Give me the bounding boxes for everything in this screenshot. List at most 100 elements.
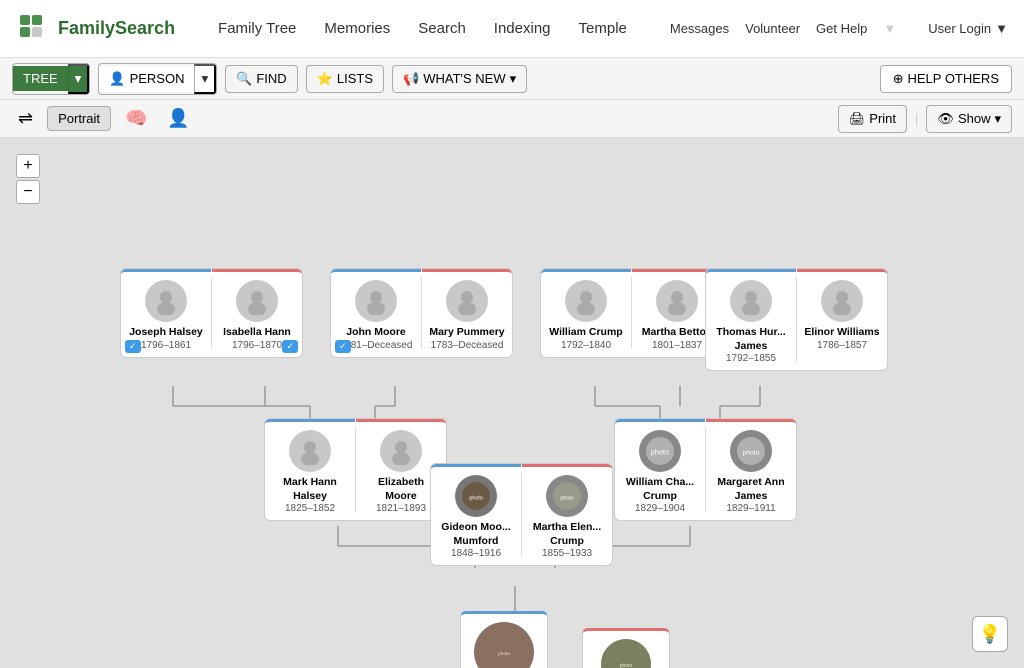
show-icon: 👁: [937, 111, 954, 127]
couple-joseph-isabella: Joseph Halsey 1796–1861 ✓ Isabella Hann …: [120, 268, 303, 358]
martha-crump-dates: 1855–1933: [542, 548, 592, 559]
find-icon: 🔍: [236, 71, 252, 87]
print-button[interactable]: 🖨 Print: [838, 105, 907, 133]
isabella-dates: 1796–1870: [232, 340, 282, 351]
mark-dates: 1825–1852: [285, 503, 335, 514]
messages-link[interactable]: Messages: [670, 21, 729, 36]
brain-icon[interactable]: 🧠: [119, 106, 153, 131]
john-record-icon[interactable]: ✓: [335, 340, 351, 353]
margaret-avatar: photo: [730, 430, 772, 472]
person-victor-mumford[interactable]: photo Victor Emanuel Mumford 1885–1973: [460, 611, 548, 668]
person-john-moore[interactable]: John Moore 1781–Deceased ✓: [331, 269, 421, 357]
thomas-avatar: [730, 280, 772, 322]
martha-betton-dates: 1801–1837: [652, 340, 702, 351]
person-button-group: 👤 PERSON ▾: [98, 63, 217, 95]
portrait-view-button[interactable]: Portrait: [47, 106, 111, 131]
person-martha-crump[interactable]: photo Martha Elen... Crump 1855–1933: [522, 464, 612, 565]
find-button[interactable]: 🔍 FIND: [225, 65, 298, 93]
volunteer-link[interactable]: Volunteer: [745, 21, 800, 36]
person-catherine-neff[interactable]: photo Catherine B... Neff 1885–1972 ✓: [582, 628, 670, 668]
mary-name: Mary Pummery: [429, 326, 504, 340]
nav-search[interactable]: Search: [418, 20, 466, 37]
whats-new-arrow-icon: ▾: [510, 71, 517, 87]
top-navigation: FamilySearch Family Tree Memories Search…: [0, 0, 1024, 58]
isabella-record-icon[interactable]: ✓: [282, 340, 298, 353]
tree-button[interactable]: TREE: [13, 66, 68, 91]
main-navigation: Family Tree Memories Search Indexing Tem…: [218, 20, 627, 37]
gideon-avatar: photo: [455, 475, 497, 517]
person-william-crump-jr[interactable]: photo William Cha... Crump 1829–1904: [615, 419, 705, 520]
mark-avatar: [289, 430, 331, 472]
main-toolbar: TREE ▾ 👤 PERSON ▾ 🔍 FIND ⭐ LISTS 📢 WHAT'…: [0, 58, 1024, 100]
person-elinor-williams[interactable]: Elinor Williams 1786–1857: [797, 269, 887, 370]
john-name: John Moore: [346, 326, 406, 340]
help-others-button[interactable]: ⊕ HELP OTHERS: [880, 65, 1012, 93]
catherine-avatar: photo: [601, 639, 651, 668]
joseph-record-icon[interactable]: ✓: [125, 340, 141, 353]
toolbar-left: TREE ▾ 👤 PERSON ▾ 🔍 FIND ⭐ LISTS 📢 WHAT'…: [12, 63, 527, 95]
person-gideon-mumford[interactable]: photo Gideon Moo... Mumford 1848–1916: [431, 464, 521, 565]
john-avatar: [355, 280, 397, 322]
mary-dates: 1783–Deceased: [431, 340, 504, 351]
nav-temple[interactable]: Temple: [579, 20, 627, 37]
margaret-name: Margaret Ann James: [712, 476, 790, 503]
tree-canvas: + −: [0, 138, 1024, 668]
joseph-dates: 1796–1861: [141, 340, 191, 351]
william-jr-avatar: photo: [639, 430, 681, 472]
lightbulb-icon: 💡: [979, 624, 1001, 645]
nav-family-tree[interactable]: Family Tree: [218, 20, 296, 37]
person-margaret-james[interactable]: photo Margaret Ann James 1829–1911: [706, 419, 796, 520]
nav-memories[interactable]: Memories: [324, 20, 390, 37]
martha-betton-name: Martha Betton: [642, 326, 713, 340]
isabella-avatar: [236, 280, 278, 322]
get-help-link[interactable]: Get Help: [816, 21, 867, 36]
couple-john-mary: John Moore 1781–Deceased ✓ Mary Pummery …: [330, 268, 513, 358]
svg-text:photo: photo: [469, 495, 482, 501]
margaret-dates: 1829–1911: [726, 503, 775, 514]
thomas-name: Thomas Hur... James: [712, 326, 790, 353]
person-dropdown-arrow[interactable]: ▾: [194, 64, 216, 94]
person-settings-icon[interactable]: 👤: [161, 106, 195, 131]
whats-new-icon: 📢: [403, 71, 419, 87]
william-sr-dates: 1792–1840: [561, 340, 611, 351]
william-jr-name: William Cha... Crump: [621, 476, 699, 503]
person-william-crump-sr[interactable]: William Crump 1792–1840: [541, 269, 631, 357]
tree-dropdown-arrow[interactable]: ▾: [68, 64, 90, 94]
svg-text:photo: photo: [743, 449, 760, 456]
elinor-dates: 1786–1857: [817, 340, 867, 351]
isabella-name: Isabella Hann: [223, 326, 291, 340]
user-login-button[interactable]: User Login ▼: [928, 21, 1008, 36]
william-sr-avatar: [565, 280, 607, 322]
joseph-name: Joseph Halsey: [129, 326, 203, 340]
mary-avatar: [446, 280, 488, 322]
tree-layout-icon[interactable]: ⇌: [12, 106, 39, 131]
couple-william-martha-betton: William Crump 1792–1840 Martha Betton 18…: [540, 268, 723, 358]
print-icon: 🖨: [849, 111, 866, 127]
person-mary-pummery[interactable]: Mary Pummery 1783–Deceased: [422, 269, 512, 357]
view-toolbar-right: 🖨 Print | 👁 Show ▾: [838, 105, 1012, 133]
nav-indexing[interactable]: Indexing: [494, 20, 551, 37]
couple-gideon-martha: photo Gideon Moo... Mumford 1848–1916 ph…: [430, 463, 613, 566]
person-button[interactable]: 👤 PERSON: [99, 66, 194, 92]
lists-icon: ⭐: [317, 71, 333, 87]
elinor-avatar: [821, 280, 863, 322]
elizabeth-dates: 1821–1893: [376, 503, 426, 514]
mark-name: Mark Hann Halsey: [271, 476, 349, 503]
show-button[interactable]: 👁 Show ▾: [926, 105, 1012, 133]
zoom-out-button[interactable]: −: [16, 180, 40, 204]
lists-button[interactable]: ⭐ LISTS: [306, 65, 384, 93]
hint-bulb-button[interactable]: 💡: [972, 616, 1008, 652]
logo-icon: [16, 11, 52, 47]
dropdown-arrow-icon: ▼: [995, 21, 1008, 36]
person-joseph-halsey[interactable]: Joseph Halsey 1796–1861 ✓: [121, 269, 211, 357]
person-mark-halsey[interactable]: Mark Hann Halsey 1825–1852: [265, 419, 355, 520]
svg-text:photo: photo: [498, 651, 510, 656]
zoom-in-button[interactable]: +: [16, 154, 40, 178]
elizabeth-name: Elizabeth Moore: [362, 476, 440, 503]
martha-crump-name: Martha Elen... Crump: [528, 521, 606, 548]
whats-new-button[interactable]: 📢 WHAT'S NEW ▾: [392, 65, 527, 93]
person-isabella-hann[interactable]: Isabella Hann 1796–1870 ✓: [212, 269, 302, 357]
person-thomas-james[interactable]: Thomas Hur... James 1792–1855: [706, 269, 796, 370]
logo[interactable]: FamilySearch: [16, 11, 175, 47]
divider: |: [915, 111, 918, 126]
